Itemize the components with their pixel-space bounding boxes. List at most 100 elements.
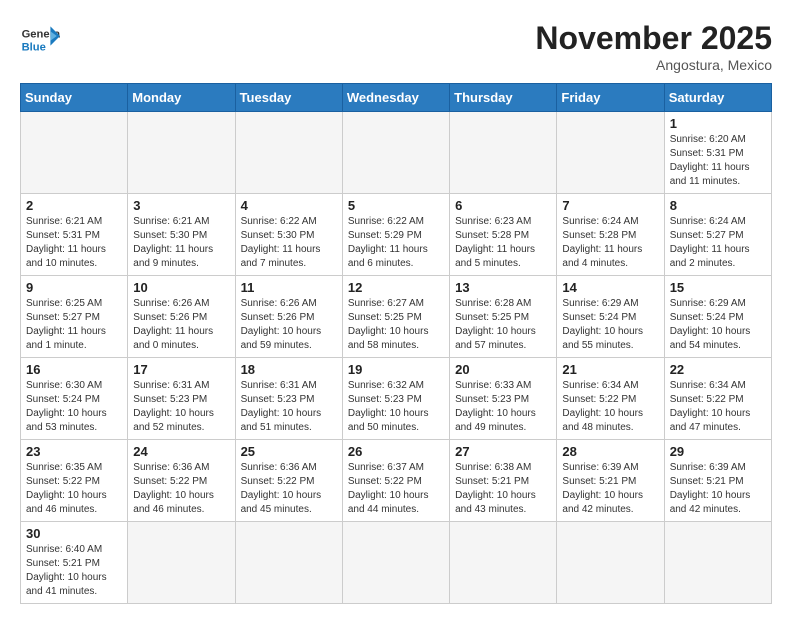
calendar-cell: 8Sunrise: 6:24 AMSunset: 5:27 PMDaylight…	[664, 194, 771, 276]
calendar-cell: 12 Sunrise: 6:27 AMSunset: 5:25 PMDayligh…	[342, 276, 449, 358]
day-number: 30	[26, 526, 122, 541]
day-number: 22	[670, 362, 766, 377]
logo: General Blue	[20, 20, 60, 60]
calendar-cell: 6 Sunrise: 6:23 AMSunset: 5:28 PMDaylight…	[450, 194, 557, 276]
day-number: 24	[133, 444, 229, 459]
cell-info: Sunrise: 6:38 AMSunset: 5:21 PMDaylight:…	[455, 461, 551, 517]
calendar-cell: 21Sunrise: 6:34 AMSunset: 5:22 PMDayligh…	[557, 358, 664, 440]
cell-info: Sunrise: 6:20 AMSunset: 5:31 PMDaylight:…	[670, 133, 766, 189]
title-block: November 2025 Angostura, Mexico	[535, 20, 772, 73]
cell-info: Sunrise: 6:22 AMSunset: 5:30 PMDaylight:…	[241, 215, 337, 271]
calendar-cell: 7Sunrise: 6:24 AMSunset: 5:28 PMDaylight…	[557, 194, 664, 276]
cell-info: Sunrise: 6:23 AMSunset: 5:28 PMDaylight:…	[455, 215, 551, 271]
calendar-cell	[342, 522, 449, 604]
cell-info: Sunrise: 6:29 AMSunset: 5:24 PMDaylight:…	[562, 297, 658, 353]
calendar-cell	[128, 112, 235, 194]
calendar-cell: 1 Sunrise: 6:20 AMSunset: 5:31 PMDaylight…	[664, 112, 771, 194]
day-number: 23	[26, 444, 122, 459]
day-number: 2	[26, 198, 122, 213]
cell-info: Sunrise: 6:36 AMSunset: 5:22 PMDaylight:…	[133, 461, 229, 517]
page-header: General Blue November 2025 Angostura, Me…	[20, 20, 772, 73]
cell-info: Sunrise: 6:40 AMSunset: 5:21 PMDaylight:…	[26, 543, 122, 599]
day-number: 3	[133, 198, 229, 213]
cell-info: Sunrise: 6:21 AMSunset: 5:30 PMDaylight:…	[133, 215, 229, 271]
cell-info: Sunrise: 6:31 AMSunset: 5:23 PMDaylight:…	[241, 379, 337, 435]
calendar-cell: 17Sunrise: 6:31 AMSunset: 5:23 PMDayligh…	[128, 358, 235, 440]
location: Angostura, Mexico	[535, 57, 772, 73]
calendar-cell: 23 Sunrise: 6:35 AMSunset: 5:22 PMDayligh…	[21, 440, 128, 522]
calendar-cell: 9 Sunrise: 6:25 AMSunset: 5:27 PMDaylight…	[21, 276, 128, 358]
day-number: 1	[670, 116, 766, 131]
calendar-cell	[21, 112, 128, 194]
calendar-cell: 2 Sunrise: 6:21 AMSunset: 5:31 PMDaylight…	[21, 194, 128, 276]
calendar-cell: 18 Sunrise: 6:31 AMSunset: 5:23 PMDayligh…	[235, 358, 342, 440]
calendar-cell: 10 Sunrise: 6:26 AMSunset: 5:26 PMDayligh…	[128, 276, 235, 358]
calendar-week-row: 2 Sunrise: 6:21 AMSunset: 5:31 PMDaylight…	[21, 194, 772, 276]
calendar-week-row: 23 Sunrise: 6:35 AMSunset: 5:22 PMDayligh…	[21, 440, 772, 522]
calendar-cell: 26Sunrise: 6:37 AMSunset: 5:22 PMDayligh…	[342, 440, 449, 522]
day-number: 10	[133, 280, 229, 295]
day-number: 6	[455, 198, 551, 213]
cell-info: Sunrise: 6:22 AMSunset: 5:29 PMDaylight:…	[348, 215, 444, 271]
calendar-cell: 11Sunrise: 6:26 AMSunset: 5:26 PMDayligh…	[235, 276, 342, 358]
day-number: 27	[455, 444, 551, 459]
cell-info: Sunrise: 6:29 AMSunset: 5:24 PMDaylight:…	[670, 297, 766, 353]
calendar-cell	[128, 522, 235, 604]
calendar-cell: 3 Sunrise: 6:21 AMSunset: 5:30 PMDaylight…	[128, 194, 235, 276]
day-header-monday: Monday	[128, 84, 235, 112]
calendar-week-row: 30 Sunrise: 6:40 AMSunset: 5:21 PMDayligh…	[21, 522, 772, 604]
cell-info: Sunrise: 6:24 AMSunset: 5:28 PMDaylight:…	[562, 215, 658, 271]
calendar-cell: 29Sunrise: 6:39 AMSunset: 5:21 PMDayligh…	[664, 440, 771, 522]
day-header-tuesday: Tuesday	[235, 84, 342, 112]
day-number: 17	[133, 362, 229, 377]
cell-info: Sunrise: 6:25 AMSunset: 5:27 PMDaylight:…	[26, 297, 122, 353]
day-header-thursday: Thursday	[450, 84, 557, 112]
cell-info: Sunrise: 6:37 AMSunset: 5:22 PMDaylight:…	[348, 461, 444, 517]
calendar-cell: 24 Sunrise: 6:36 AMSunset: 5:22 PMDayligh…	[128, 440, 235, 522]
calendar-cell	[235, 522, 342, 604]
calendar-week-row: 9 Sunrise: 6:25 AMSunset: 5:27 PMDaylight…	[21, 276, 772, 358]
cell-info: Sunrise: 6:36 AMSunset: 5:22 PMDaylight:…	[241, 461, 337, 517]
calendar-cell: 30 Sunrise: 6:40 AMSunset: 5:21 PMDayligh…	[21, 522, 128, 604]
day-number: 20	[455, 362, 551, 377]
day-number: 9	[26, 280, 122, 295]
month-title: November 2025	[535, 20, 772, 57]
cell-info: Sunrise: 6:30 AMSunset: 5:24 PMDaylight:…	[26, 379, 122, 435]
calendar-cell: 16 Sunrise: 6:30 AMSunset: 5:24 PMDayligh…	[21, 358, 128, 440]
cell-info: Sunrise: 6:28 AMSunset: 5:25 PMDaylight:…	[455, 297, 551, 353]
cell-info: Sunrise: 6:26 AMSunset: 5:26 PMDaylight:…	[133, 297, 229, 353]
day-number: 28	[562, 444, 658, 459]
cell-info: Sunrise: 6:39 AMSunset: 5:21 PMDaylight:…	[670, 461, 766, 517]
cell-info: Sunrise: 6:33 AMSunset: 5:23 PMDaylight:…	[455, 379, 551, 435]
day-number: 19	[348, 362, 444, 377]
calendar-cell: 14 Sunrise: 6:29 AMSunset: 5:24 PMDayligh…	[557, 276, 664, 358]
day-header-wednesday: Wednesday	[342, 84, 449, 112]
calendar-cell: 13 Sunrise: 6:28 AMSunset: 5:25 PMDayligh…	[450, 276, 557, 358]
cell-info: Sunrise: 6:35 AMSunset: 5:22 PMDaylight:…	[26, 461, 122, 517]
calendar-cell	[557, 522, 664, 604]
cell-info: Sunrise: 6:24 AMSunset: 5:27 PMDaylight:…	[670, 215, 766, 271]
day-header-saturday: Saturday	[664, 84, 771, 112]
calendar-cell	[450, 522, 557, 604]
day-number: 11	[241, 280, 337, 295]
day-number: 18	[241, 362, 337, 377]
day-header-sunday: Sunday	[21, 84, 128, 112]
calendar-table: SundayMondayTuesdayWednesdayThursdayFrid…	[20, 83, 772, 604]
day-number: 13	[455, 280, 551, 295]
svg-text:Blue: Blue	[22, 41, 46, 53]
calendar-cell: 25Sunrise: 6:36 AMSunset: 5:22 PMDayligh…	[235, 440, 342, 522]
calendar-cell: 4Sunrise: 6:22 AMSunset: 5:30 PMDaylight…	[235, 194, 342, 276]
cell-info: Sunrise: 6:34 AMSunset: 5:22 PMDaylight:…	[562, 379, 658, 435]
day-number: 15	[670, 280, 766, 295]
day-number: 14	[562, 280, 658, 295]
calendar-week-row: 16 Sunrise: 6:30 AMSunset: 5:24 PMDayligh…	[21, 358, 772, 440]
day-number: 16	[26, 362, 122, 377]
day-header-friday: Friday	[557, 84, 664, 112]
calendar-cell: 27 Sunrise: 6:38 AMSunset: 5:21 PMDayligh…	[450, 440, 557, 522]
day-number: 12	[348, 280, 444, 295]
cell-info: Sunrise: 6:21 AMSunset: 5:31 PMDaylight:…	[26, 215, 122, 271]
calendar-cell: 20 Sunrise: 6:33 AMSunset: 5:23 PMDayligh…	[450, 358, 557, 440]
calendar-cell	[235, 112, 342, 194]
cell-info: Sunrise: 6:27 AMSunset: 5:25 PMDaylight:…	[348, 297, 444, 353]
day-number: 5	[348, 198, 444, 213]
